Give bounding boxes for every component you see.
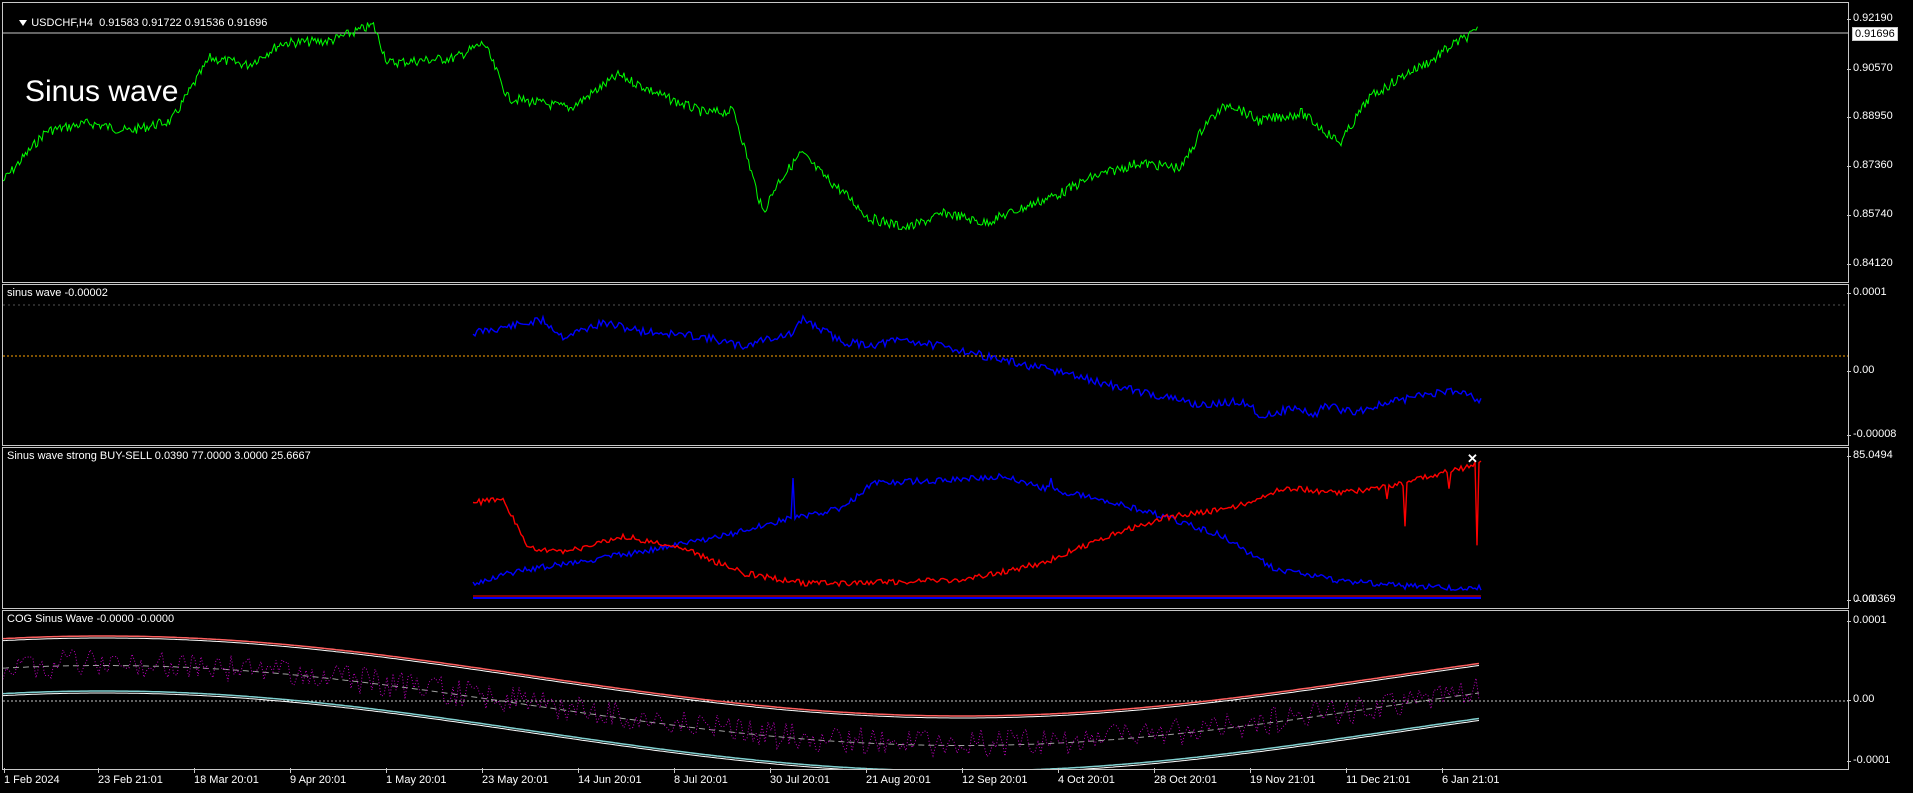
price-tick: 0.88950 xyxy=(1847,110,1893,122)
time-label: 18 Mar 20:01 xyxy=(194,768,259,786)
time-label: 9 Apr 20:01 xyxy=(290,768,347,786)
symbol-header: USDCHF,H4 0.91583 0.91722 0.91536 0.9169… xyxy=(7,5,267,41)
price-chart-pane[interactable]: USDCHF,H4 0.91583 0.91722 0.91536 0.9169… xyxy=(2,2,1849,283)
buy-sell-pane[interactable]: Sinus wave strong BUY-SELL 0.0390 77.000… xyxy=(2,447,1849,609)
cog-bands xyxy=(3,635,1848,769)
price-tick: 0.84120 xyxy=(1847,257,1893,269)
price-tick: 0.90570 xyxy=(1847,62,1893,74)
price-tick: 0.92190 xyxy=(1847,12,1893,24)
time-label: 8 Jul 20:01 xyxy=(674,768,728,786)
buy-sell-label: Sinus wave strong BUY-SELL 0.0390 77.000… xyxy=(7,450,311,462)
price-tick: 0.85740 xyxy=(1847,208,1893,220)
price-tick: 0.87360 xyxy=(1847,159,1893,171)
time-label: 28 Oct 20:01 xyxy=(1154,768,1217,786)
time-label: 23 May 20:01 xyxy=(482,768,549,786)
scale-buy-sell[interactable]: 85.0494 0.00 0.0369 xyxy=(1846,447,1913,609)
buy-sell-lines xyxy=(472,460,1482,599)
sinus-wave-pane[interactable]: sinus wave -0.00002 xyxy=(2,284,1849,446)
time-label: 12 Sep 20:01 xyxy=(962,768,1028,786)
scale-tick: 0.00 xyxy=(1846,364,1875,376)
buy-line xyxy=(472,472,1482,592)
upper-band-edge xyxy=(3,637,1480,719)
time-label: 30 Jul 20:01 xyxy=(770,768,830,786)
symbol-label: USDCHF,H4 xyxy=(31,17,93,29)
current-price-tag: 0.91696 xyxy=(1852,27,1898,41)
scale-tick: -0.0001 xyxy=(1846,754,1891,766)
time-label: 21 Aug 20:01 xyxy=(866,768,931,786)
scale-tick: 0.00 xyxy=(1846,693,1875,705)
scale-sinus-wave[interactable]: 0.0001 0.00 -0.00008 xyxy=(1846,284,1913,446)
time-label: 4 Oct 20:01 xyxy=(1058,768,1115,786)
lower-band-line xyxy=(3,690,1480,769)
time-label: 6 Jan 21:01 xyxy=(1442,768,1500,786)
scale-tick: 0.0001 xyxy=(1847,614,1887,626)
scale-tick: 0.0001 xyxy=(1847,286,1887,298)
time-label: 11 Dec 21:01 xyxy=(1346,768,1411,786)
cog-label: COG Sinus Wave -0.0000 -0.0000 xyxy=(7,613,175,625)
price-line-chart xyxy=(3,21,1848,231)
time-axis[interactable]: 1 Feb 2024 23 Feb 21:01 18 Mar 20:01 9 A… xyxy=(2,768,1849,793)
price-line xyxy=(3,21,1478,231)
scale-tick: -0.00008 xyxy=(1846,428,1897,440)
collapse-triangle-icon[interactable] xyxy=(19,20,28,27)
scale-tick: 85.0494 xyxy=(1847,449,1893,461)
time-label: 14 Jun 20:01 xyxy=(578,768,642,786)
sinus-wave-line xyxy=(472,314,1482,419)
x-cross-icon: ✕ xyxy=(1467,451,1478,466)
sinus-wave-label: sinus wave -0.00002 xyxy=(7,287,108,299)
scale-tick: 0.0369 xyxy=(1856,593,1896,605)
time-label: 1 Feb 2024 xyxy=(4,768,60,786)
time-label: 1 May 20:01 xyxy=(386,768,447,786)
price-scale-main[interactable]: 0.92190 0.91696 0.90570 0.88950 0.87360 … xyxy=(1847,2,1913,283)
scale-cog[interactable]: 0.0001 0.00 -0.0001 xyxy=(1846,610,1913,770)
ohlc-label: 0.91583 0.91722 0.91536 0.91696 xyxy=(99,17,268,29)
sinus-wave-line xyxy=(3,304,1848,419)
time-label: 19 Nov 21:01 xyxy=(1250,768,1316,786)
upper-band-line xyxy=(3,635,1480,717)
chart-title: Sinus wave xyxy=(25,75,179,108)
cog-sinus-wave-pane[interactable]: COG Sinus Wave -0.0000 -0.0000 xyxy=(2,610,1849,770)
time-label: 23 Feb 21:01 xyxy=(98,768,163,786)
